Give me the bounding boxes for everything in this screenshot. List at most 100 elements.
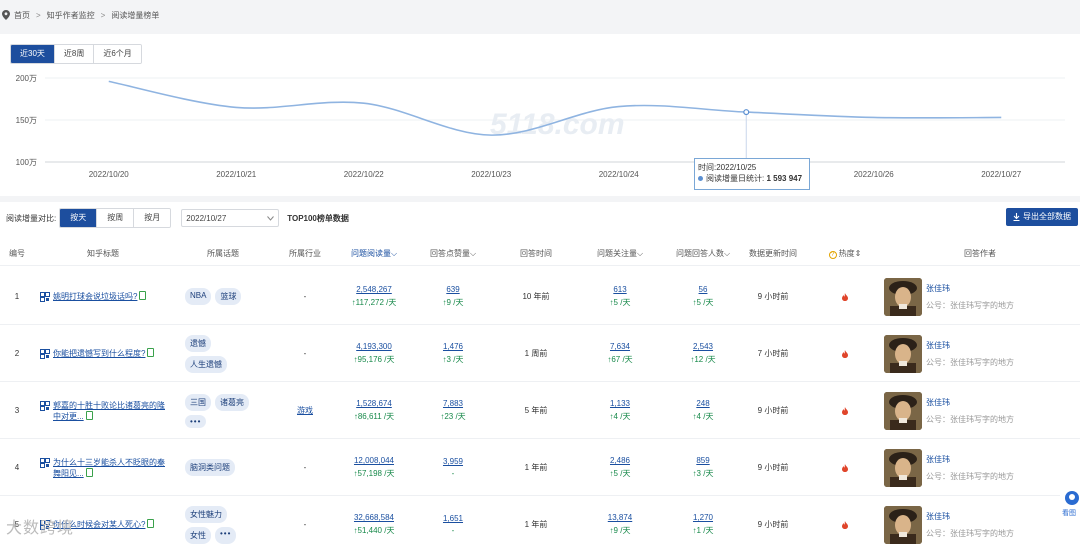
author-name[interactable]: 张佳玮	[926, 340, 1014, 351]
author-name[interactable]: 张佳玮	[926, 283, 1014, 294]
topic-tag[interactable]: 女性魅力	[185, 505, 227, 523]
likes-value[interactable]: 1,651	[443, 514, 463, 523]
document-icon[interactable]	[147, 348, 155, 357]
date-select[interactable]: 2022/10/27	[181, 209, 280, 227]
corner-watermark: 大数跨境	[6, 514, 74, 538]
document-icon[interactable]	[85, 410, 93, 420]
reads-cell: 1,528,674 ↑86,611 /天	[338, 382, 410, 439]
reads-value[interactable]: 4,193,300	[356, 342, 392, 351]
answer-time-cell: 1 年前	[500, 496, 572, 550]
document-icon[interactable]	[139, 291, 147, 300]
answerers-value[interactable]: 2,543	[693, 342, 713, 351]
header-answerers-label: 问题回答人数	[675, 249, 724, 258]
qr-code-icon[interactable]	[40, 400, 50, 411]
reads-value[interactable]: 12,008,044	[354, 456, 394, 465]
answerers-value[interactable]: 248	[696, 399, 709, 408]
header-reads[interactable]: 问题阅读量⌵	[338, 242, 410, 266]
answerers-value[interactable]: 1,270	[693, 513, 713, 522]
tab-8-weeks[interactable]: 近8周	[54, 45, 95, 63]
heat-cell	[820, 439, 870, 496]
export-all-button[interactable]: 导出全部数据	[1006, 208, 1078, 226]
reads-value[interactable]: 1,528,674	[356, 399, 392, 408]
more-tags-button[interactable]: •••	[215, 526, 237, 544]
avatar[interactable]	[884, 505, 922, 544]
author-name[interactable]: 张佳玮	[926, 454, 1014, 465]
likes-value[interactable]: 1,476	[443, 342, 463, 351]
topic-tag[interactable]: 遗憾	[185, 334, 211, 352]
breadcrumb-author-monitor[interactable]: 知乎作者监控	[47, 10, 95, 21]
update-time-cell: 9 小时前	[742, 496, 804, 550]
answerers-cell: 248 ↑4 /天	[664, 382, 742, 439]
question-title-link[interactable]: 你能把遗憾写到什么程度?	[53, 348, 155, 359]
author-cell: 张佳玮 公号：张佳玮写字的地方	[884, 439, 1074, 496]
topic-tag[interactable]: 三国	[185, 393, 211, 411]
author-account: 公号：张佳玮写字的地方	[926, 471, 1014, 481]
topic-tag[interactable]: 篮球	[215, 288, 242, 305]
table-row: 1 姚明打球会说垃圾话吗? NBA 篮球 - 2,548,267 ↑117,272 …	[0, 268, 1080, 325]
follows-value[interactable]: 2,486	[610, 456, 630, 465]
topic-tag[interactable]: 脑洞类问题	[185, 459, 235, 476]
author-name[interactable]: 张佳玮	[926, 397, 1014, 408]
by-month-button[interactable]: 按月	[134, 209, 171, 227]
by-day-button[interactable]: 按天	[60, 209, 98, 227]
tooltip-time: 时间:2022/10/25	[698, 163, 757, 172]
question-title-link[interactable]: 为什么十三岁能杀人不眨眼的秦舞阳见...	[53, 457, 171, 479]
chart-card: 200万 150万 100万 5118.com 2022/10/20 2022/10/21…	[0, 34, 1080, 196]
likes-value[interactable]: 639	[446, 285, 459, 294]
reads-growth: ↑51,440 /天	[353, 526, 395, 535]
document-icon[interactable]	[147, 519, 155, 528]
header-answerers[interactable]: 问题回答人数⌵	[664, 242, 742, 266]
author-name[interactable]: 张佳玮	[926, 511, 1014, 522]
more-tags-button[interactable]: •••	[185, 414, 207, 428]
follows-growth: ↑9 /天	[609, 526, 631, 535]
topic-tag[interactable]: 诸葛亮	[215, 393, 249, 411]
reads-value[interactable]: 2,548,267	[356, 285, 392, 294]
qr-code-icon[interactable]	[40, 349, 50, 359]
follows-value[interactable]: 7,634	[610, 342, 630, 351]
tab-30-days[interactable]: 近30天	[11, 45, 55, 63]
author-info: 张佳玮 公号：张佳玮写字的地方	[926, 397, 1014, 425]
question-title-link[interactable]: 郭嘉的十胜十败论比诸葛亮的隆中对更...	[53, 400, 171, 422]
author-portrait-icon	[884, 334, 922, 373]
answerers-growth: ↑12 /天	[690, 355, 716, 364]
avatar[interactable]	[884, 391, 922, 430]
floating-help-widget[interactable]: 看图	[1060, 488, 1080, 518]
author-cell: 张佳玮 公号：张佳玮写字的地方	[884, 268, 1074, 325]
answerers-value[interactable]: 56	[699, 285, 708, 294]
tab-6-months[interactable]: 近6个月	[94, 45, 141, 63]
answerers-value[interactable]: 859	[696, 456, 709, 465]
avatar[interactable]	[884, 448, 922, 487]
header-likes[interactable]: 回答点赞量⌵	[418, 242, 488, 266]
follows-value[interactable]: 1,133	[610, 399, 630, 408]
question-title-cell: 你能把遗憾写到什么程度?	[0, 325, 180, 382]
follows-value[interactable]: 13,874	[608, 513, 632, 522]
header-follows[interactable]: 问题关注量⌵	[584, 242, 656, 266]
likes-value[interactable]: 7,883	[443, 399, 463, 408]
read-increment-chart[interactable]: 200万 150万 100万 5118.com 2022/10/20 2022/10/21…	[0, 34, 1080, 196]
reads-value[interactable]: 32,668,584	[354, 513, 394, 522]
topic-tag[interactable]: 人生遗憾	[185, 355, 227, 373]
avatar[interactable]	[884, 334, 922, 373]
avatar[interactable]	[884, 277, 922, 316]
answerers-growth: ↑4 /天	[692, 412, 714, 421]
header-answer-time: 回答时间	[520, 249, 552, 258]
series-dot-icon	[698, 176, 703, 181]
header-heat[interactable]: ? 热度⇕	[820, 242, 870, 266]
breadcrumb-home[interactable]: 首页	[14, 10, 30, 21]
period-toggle: 按天 按周 按月	[59, 208, 172, 228]
topic-tag[interactable]: NBA	[185, 288, 212, 305]
topic-tag[interactable]: 女性	[185, 526, 211, 544]
follows-value[interactable]: 613	[613, 285, 626, 294]
header-topic: 所属话题	[207, 249, 239, 258]
likes-value[interactable]: 3,959	[443, 457, 463, 466]
industry-value[interactable]: 游戏	[297, 405, 313, 416]
likes-growth: ↑9 /天	[442, 298, 464, 307]
answerers-growth: ↑1 /天	[692, 526, 714, 535]
qr-code-icon[interactable]	[40, 292, 50, 302]
document-icon[interactable]	[85, 467, 93, 477]
by-week-button[interactable]: 按周	[97, 209, 135, 227]
help-icon: ?	[828, 251, 837, 259]
topic-cell: 女性魅力女性 •••	[180, 496, 260, 550]
qr-code-icon[interactable]	[40, 457, 50, 468]
question-title-link[interactable]: 姚明打球会说垃圾话吗?	[53, 291, 147, 302]
